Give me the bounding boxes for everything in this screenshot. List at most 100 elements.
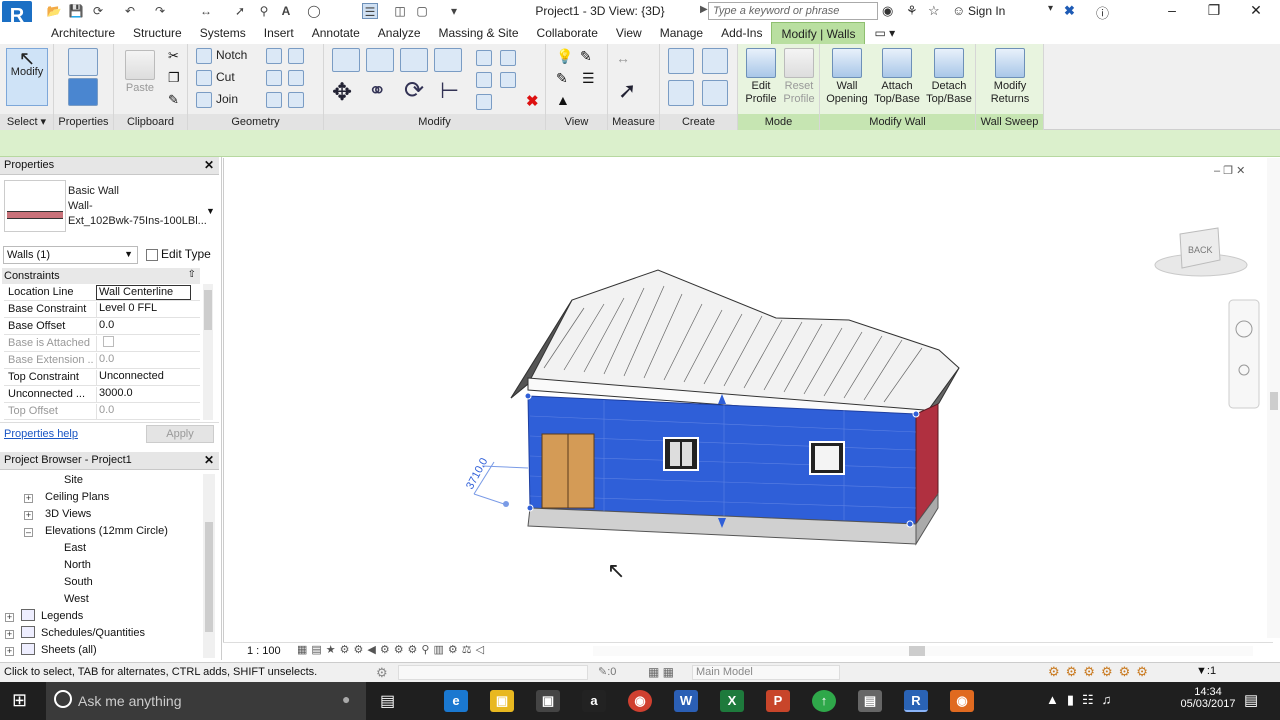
sign-in-dropdown-icon[interactable]: ▾ bbox=[1048, 3, 1053, 14]
copy-icon[interactable]: ❐ bbox=[168, 70, 180, 86]
window-right[interactable] bbox=[809, 441, 845, 475]
window-left[interactable] bbox=[663, 437, 699, 471]
pin-icon[interactable] bbox=[476, 94, 492, 110]
tab-manage[interactable]: Manage bbox=[651, 22, 712, 44]
paint-icon[interactable] bbox=[266, 70, 282, 86]
tree-item-3d-views[interactable]: 3D Views bbox=[45, 508, 91, 520]
switch-windows-icon[interactable]: ▢ bbox=[414, 3, 430, 19]
search-input[interactable]: Type a keyword or phrase bbox=[708, 2, 878, 20]
tab-collaborate[interactable]: Collaborate bbox=[528, 22, 607, 44]
help-icon[interactable]: ⓘ bbox=[1096, 3, 1109, 22]
file-explorer-icon[interactable]: ▣ bbox=[490, 690, 514, 712]
tab-annotate[interactable]: Annotate bbox=[303, 22, 369, 44]
cortana-search[interactable]: Ask me anything ● bbox=[46, 682, 366, 720]
expand-icon[interactable]: + bbox=[24, 511, 33, 520]
edge-icon[interactable]: e bbox=[444, 690, 468, 712]
amazon-icon[interactable]: a bbox=[582, 690, 606, 712]
attach-top-base-button[interactable]: Attach Top/Base bbox=[872, 48, 922, 106]
detach-top-base-button[interactable]: Detach Top/Base bbox=[924, 48, 974, 106]
view-scale[interactable]: 1 : 100 bbox=[247, 645, 281, 657]
modify-button[interactable]: ↖ Modify bbox=[6, 48, 48, 106]
tab-insert[interactable]: Insert bbox=[255, 22, 303, 44]
workset-select[interactable] bbox=[398, 665, 588, 680]
upwork-icon[interactable]: ↑ bbox=[812, 690, 836, 712]
split-face-icon[interactable] bbox=[288, 48, 304, 64]
measure-between-icon[interactable]: ↔ bbox=[616, 50, 630, 66]
sign-in-link[interactable]: Sign In bbox=[968, 4, 1005, 18]
ribbon-options-icon[interactable]: ▭ ▾ bbox=[865, 22, 904, 44]
constraints-group-header[interactable]: Constraints ⇧ bbox=[2, 268, 200, 284]
tree-item-site[interactable]: Site bbox=[64, 474, 83, 486]
wall-opening-button[interactable]: Wall Opening bbox=[824, 48, 870, 106]
user-icon[interactable]: ☺ bbox=[952, 3, 965, 18]
worksets-icon[interactable]: ⚙ bbox=[376, 665, 388, 681]
linework-icon[interactable]: ✎ bbox=[556, 70, 568, 87]
view-control-icons[interactable]: ▦▤★⚙⚙◀⚙⚙⚙⚲▥⚙⚖◁ bbox=[297, 643, 488, 656]
split-with-gap-icon[interactable] bbox=[500, 50, 516, 66]
create-similar-icon[interactable] bbox=[702, 80, 728, 106]
tree-item-north[interactable]: North bbox=[64, 559, 91, 571]
prop-row[interactable]: Location Line Wall Centerline bbox=[4, 284, 200, 301]
tree-item-south[interactable]: South bbox=[64, 576, 93, 588]
tree-item-legends[interactable]: Legends bbox=[41, 610, 83, 622]
exchange-icon[interactable]: ✖ bbox=[1064, 3, 1075, 19]
join-roof-icon[interactable] bbox=[266, 92, 282, 108]
notifications-icon[interactable]: ▤ bbox=[1244, 691, 1258, 709]
3d-viewport[interactable]: – ❐ ✕ BACK 3710.0 ↖ bbox=[223, 158, 1280, 658]
instance-filter-select[interactable]: Walls (1) ▼ bbox=[3, 246, 138, 264]
prop-value[interactable]: Level 0 FFL bbox=[96, 302, 191, 317]
minimize-icon[interactable]: – bbox=[1152, 2, 1192, 20]
tab-analyze[interactable]: Analyze bbox=[369, 22, 430, 44]
mirror-pick-axis-icon[interactable] bbox=[400, 48, 428, 72]
prop-row[interactable]: Unconnected ... 3000.0 bbox=[4, 386, 200, 403]
demolish-icon[interactable] bbox=[288, 92, 304, 108]
wall-joins-icon[interactable] bbox=[266, 48, 282, 64]
design-option-select[interactable]: Main Model bbox=[692, 665, 840, 680]
split-element-icon[interactable] bbox=[476, 50, 492, 66]
star-icon[interactable]: ☆ bbox=[928, 3, 940, 19]
undo-icon[interactable]: ↶ bbox=[122, 3, 138, 19]
move-icon[interactable]: ✥ bbox=[332, 78, 352, 107]
join-button[interactable]: Join bbox=[216, 92, 238, 106]
tab-view[interactable]: View bbox=[607, 22, 651, 44]
store-icon[interactable]: ▣ bbox=[536, 690, 560, 712]
dimension-icon[interactable]: ➚ bbox=[232, 3, 248, 19]
prop-row[interactable]: Top Constraint Unconnected bbox=[4, 369, 200, 386]
tree-item-elevations[interactable]: Elevations (12mm Circle) bbox=[45, 525, 168, 537]
edit-profile-button[interactable]: Edit Profile bbox=[742, 48, 780, 106]
expand-icon[interactable]: + bbox=[5, 613, 14, 622]
temporary-dimension[interactable]: 3710.0 bbox=[464, 456, 529, 507]
properties-help-link[interactable]: Properties help bbox=[4, 428, 78, 440]
selection-filter-icons[interactable]: ⚙⚙⚙⚙⚙⚙ bbox=[1048, 664, 1154, 680]
prop-row[interactable]: Base Constraint Level 0 FFL bbox=[4, 301, 200, 318]
remove-paint-icon[interactable] bbox=[288, 70, 304, 86]
collapse-tree-icon[interactable]: – bbox=[24, 528, 33, 537]
system-tray-icons[interactable]: ▲▮☷♫ bbox=[1046, 692, 1119, 708]
word-icon[interactable]: W bbox=[674, 690, 698, 712]
browser-close-icon[interactable]: ✕ bbox=[204, 453, 214, 467]
properties-palette-icon[interactable] bbox=[68, 78, 98, 106]
filter-view-icon[interactable]: ☰ bbox=[582, 70, 595, 87]
tree-item-schedules[interactable]: Schedules/Quantities bbox=[41, 627, 145, 639]
create-group-icon[interactable] bbox=[668, 80, 694, 106]
match-properties-icon[interactable]: ✎ bbox=[168, 92, 179, 108]
tree-item-ceiling-plans[interactable]: Ceiling Plans bbox=[45, 491, 109, 503]
chrome-icon[interactable]: ◉ bbox=[628, 690, 652, 712]
tab-massing-site[interactable]: Massing & Site bbox=[430, 22, 528, 44]
cut-geometry-icon[interactable] bbox=[196, 70, 212, 86]
powerpoint-icon[interactable]: P bbox=[766, 690, 790, 712]
viewport-horizontal-scrollbar[interactable] bbox=[593, 646, 1253, 656]
rotate-icon[interactable]: ⟳ bbox=[404, 76, 424, 105]
start-windows-icon[interactable]: ⊞ bbox=[12, 690, 27, 711]
redo-icon[interactable]: ↷ bbox=[152, 3, 168, 19]
excel-icon[interactable]: X bbox=[720, 690, 744, 712]
tab-add-ins[interactable]: Add-Ins bbox=[712, 22, 771, 44]
override-graphics-icon[interactable]: ✎ bbox=[580, 48, 592, 65]
binoculars-icon[interactable]: ◉ bbox=[882, 3, 893, 19]
roof[interactable] bbox=[510, 269, 960, 421]
aligned-dimension-icon[interactable]: ➚ bbox=[618, 78, 636, 104]
reset-profile-button[interactable]: Reset Profile bbox=[780, 48, 818, 106]
copy-element-icon[interactable]: ⚭ bbox=[368, 78, 386, 104]
paint-view-icon[interactable]: ▲ bbox=[556, 92, 570, 108]
revit-icon[interactable]: R bbox=[904, 690, 928, 712]
